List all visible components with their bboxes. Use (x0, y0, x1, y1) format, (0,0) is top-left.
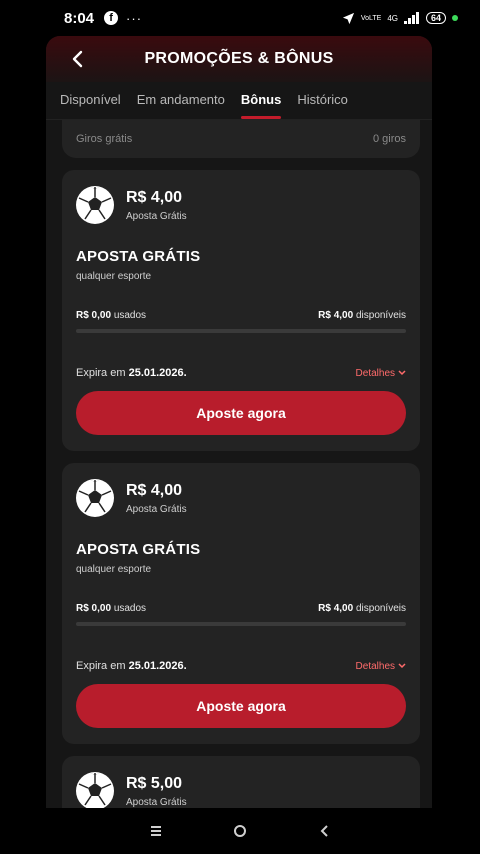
network-type: 4G (387, 13, 398, 23)
signal-icon (403, 12, 419, 24)
bonus-card: R$ 5,00 Aposta Grátis (62, 756, 420, 808)
bet-now-button[interactable]: Aposte agora (76, 391, 406, 435)
details-toggle[interactable]: Detalhes (356, 661, 406, 672)
tab-disponivel[interactable]: Disponível (60, 92, 129, 119)
app-window: PROMOÇÕES & BÔNUS Disponível Em andament… (46, 36, 432, 808)
soccer-ball-icon (76, 479, 114, 517)
available-amount: R$ 4,00 (318, 603, 354, 614)
bonus-amount: R$ 4,00 (126, 481, 183, 499)
bonus-type: Aposta Grátis (126, 210, 187, 222)
chevron-down-icon (398, 370, 406, 376)
bonus-title: APOSTA GRÁTIS (76, 541, 201, 558)
used-label: usados (113, 310, 147, 321)
soccer-ball-icon (76, 186, 114, 224)
back-arrow-icon (320, 825, 328, 837)
bonus-card: R$ 4,00 Aposta Grátis APOSTA GRÁTIS qual… (62, 170, 420, 451)
details-toggle[interactable]: Detalhes (356, 368, 406, 379)
usage-row: R$ 0,00 usados R$ 4,00 disponíveis (76, 310, 406, 321)
tab-em-andamento[interactable]: Em andamento (137, 92, 233, 119)
more-notifications-icon: ··· (126, 10, 143, 26)
soccer-ball-icon (76, 772, 114, 808)
privacy-indicator-dot (452, 15, 458, 21)
bonus-card: R$ 4,00 Aposta Grátis APOSTA GRÁTIS qual… (62, 463, 420, 744)
header: PROMOÇÕES & BÔNUS (46, 36, 432, 82)
usage-progress-bar (76, 329, 406, 333)
recent-apps-button[interactable] (145, 820, 167, 842)
bonus-amount: R$ 4,00 (126, 188, 183, 206)
volte-indicator: VoLTE (360, 14, 382, 22)
status-bar: 8:04 f ··· VoLTE 4G 64 (0, 0, 480, 36)
bonus-subtitle: qualquer esporte (76, 564, 152, 575)
used-label: usados (113, 603, 147, 614)
free-spins-card: Giros grátis 0 giros (62, 120, 420, 158)
expiry-date: 25.01.2026. (128, 660, 187, 672)
available-label: disponíveis (355, 310, 406, 321)
location-arrow-icon (342, 12, 354, 24)
used-amount: R$ 0,00 (76, 310, 112, 321)
page-title: PROMOÇÕES & BÔNUS (144, 50, 334, 67)
bet-now-button[interactable]: Aposte agora (76, 684, 406, 728)
free-spins-value: 0 giros (372, 133, 406, 145)
expiry-label: Expira em (76, 660, 126, 672)
expiry-row: Expira em 25.01.2026. Detalhes (76, 367, 406, 379)
tab-bar: Disponível Em andamento Bônus Histórico (46, 82, 432, 120)
used-amount: R$ 0,00 (76, 603, 112, 614)
back-nav-button[interactable] (313, 820, 335, 842)
chevron-down-icon (398, 663, 406, 669)
home-circle-icon (234, 825, 246, 837)
bonus-title: APOSTA GRÁTIS (76, 248, 201, 265)
bonus-amount: R$ 5,00 (126, 774, 183, 792)
chevron-left-icon (72, 50, 83, 68)
tab-historico[interactable]: Histórico (297, 92, 356, 119)
expiry-label: Expira em (76, 367, 126, 379)
bonus-type: Aposta Grátis (126, 796, 187, 808)
facebook-notification-icon: f (104, 11, 119, 25)
recents-icon (151, 826, 161, 836)
bonus-subtitle: qualquer esporte (76, 271, 152, 282)
status-time: 8:04 (64, 9, 95, 27)
system-navigation-bar (0, 808, 480, 854)
tab-bonus[interactable]: Bônus (240, 92, 289, 119)
details-label: Detalhes (355, 660, 395, 672)
details-label: Detalhes (355, 367, 395, 379)
battery-icon: 64 (425, 12, 446, 24)
usage-row: R$ 0,00 usados R$ 4,00 disponíveis (76, 603, 406, 614)
available-label: disponíveis (355, 603, 406, 614)
expiry-date: 25.01.2026. (128, 367, 187, 379)
bonus-type: Aposta Grátis (126, 503, 187, 515)
bonus-list[interactable]: Giros grátis 0 giros R$ 4,00 Aposta Grát… (46, 120, 432, 808)
status-icons: VoLTE 4G 64 (342, 12, 458, 25)
home-button[interactable] (229, 820, 251, 842)
back-button[interactable] (64, 46, 90, 72)
usage-progress-bar (76, 622, 406, 626)
free-spins-label: Giros grátis (76, 133, 133, 145)
expiry-row: Expira em 25.01.2026. Detalhes (76, 660, 406, 672)
available-amount: R$ 4,00 (318, 310, 354, 321)
